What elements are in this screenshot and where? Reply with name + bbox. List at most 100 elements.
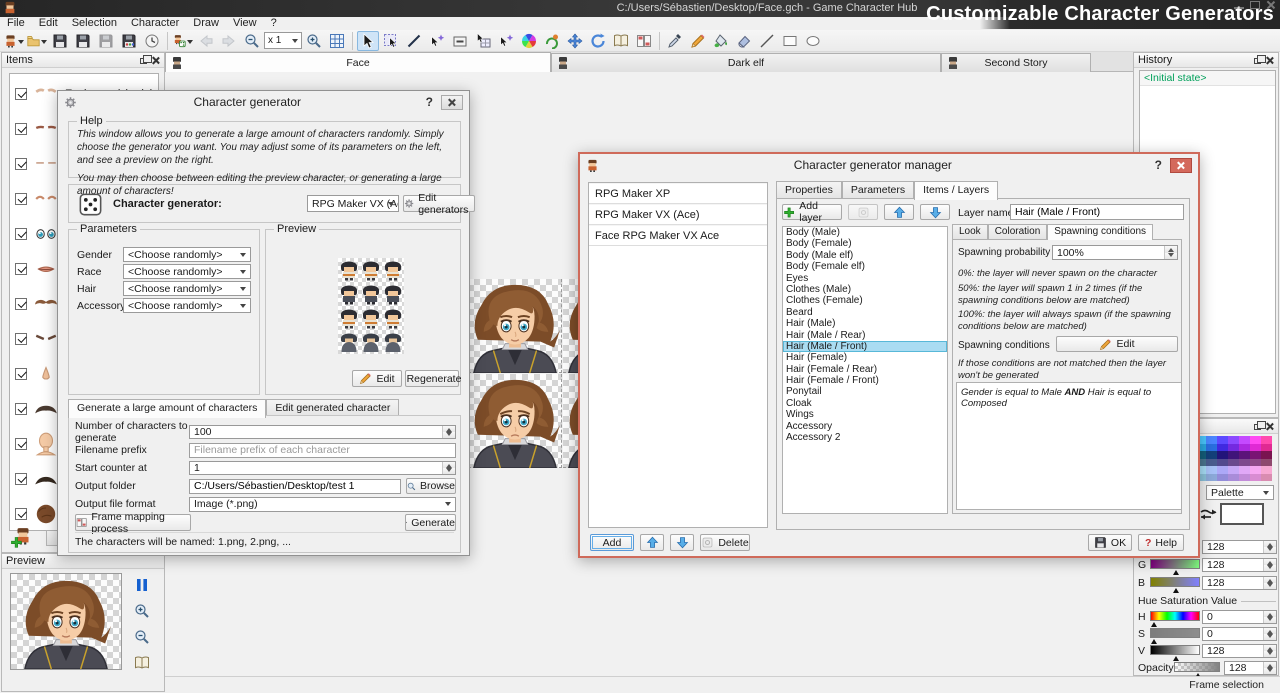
minimize-button[interactable] xyxy=(1234,1,1244,9)
spinner-buttons[interactable] xyxy=(1164,246,1177,259)
dialog-help-button[interactable]: ? xyxy=(418,95,441,109)
layer-list-item[interactable]: Body (Male) xyxy=(783,227,947,238)
item-checkbox[interactable] xyxy=(15,368,27,380)
palette-swatch[interactable] xyxy=(1239,436,1250,444)
close-panel-icon[interactable] xyxy=(1266,422,1274,430)
move-layer-down-button[interactable] xyxy=(920,204,950,220)
generator-list-item[interactable]: RPG Maker XP xyxy=(589,183,767,204)
add-layer-button[interactable]: Add layer xyxy=(782,204,842,220)
parameter-select[interactable]: <Choose randomly> xyxy=(123,281,251,296)
palette-swatch[interactable] xyxy=(1250,466,1261,474)
regenerate-button[interactable]: Regenerate xyxy=(405,370,459,387)
opacity-slider[interactable] xyxy=(1174,662,1220,672)
palette-swatch[interactable] xyxy=(1228,459,1239,467)
layer-name-input[interactable] xyxy=(1010,204,1184,220)
opacity-spinner[interactable]: 128 xyxy=(1224,661,1277,675)
palette-swatch[interactable] xyxy=(1217,474,1228,482)
preview-pause-button[interactable] xyxy=(133,576,151,594)
palette-swatch[interactable] xyxy=(1228,444,1239,452)
edit-generators-button[interactable]: Edit generators xyxy=(403,195,475,212)
tab-properties[interactable]: Properties xyxy=(776,181,842,199)
edit-character-button[interactable]: Edit xyxy=(352,370,402,387)
menu-item[interactable]: Selection xyxy=(65,17,124,30)
palette-swatch[interactable] xyxy=(1206,466,1217,474)
palette-swatch[interactable] xyxy=(1206,444,1217,452)
edit-conditions-button[interactable]: Edit xyxy=(1056,336,1178,352)
palette-swatch[interactable] xyxy=(1261,474,1272,482)
layer-list-item[interactable]: Accessory xyxy=(783,421,947,432)
palette-swatch[interactable] xyxy=(1261,459,1272,467)
palette-swatch[interactable] xyxy=(1261,444,1272,452)
parameter-select[interactable]: <Choose randomly> xyxy=(123,264,251,279)
palette-swatch[interactable] xyxy=(1239,474,1250,482)
item-checkbox[interactable] xyxy=(15,123,27,135)
folder-input[interactable] xyxy=(189,479,401,494)
format-select[interactable]: Image (*.png) xyxy=(189,497,456,512)
palette-swatch[interactable] xyxy=(1261,436,1272,444)
palette-swatch[interactable] xyxy=(1250,451,1261,459)
generator-select[interactable]: RPG Maker VX (Ace) xyxy=(307,195,399,212)
move-generator-up-button[interactable] xyxy=(640,534,664,551)
parameter-select[interactable]: <Choose randomly> xyxy=(123,298,251,313)
palette-swatch[interactable] xyxy=(1250,459,1261,467)
value-slider[interactable] xyxy=(1150,645,1200,655)
spinner-buttons[interactable] xyxy=(442,462,455,474)
export-image-button[interactable] xyxy=(118,31,140,51)
palette-swatch[interactable] xyxy=(1228,466,1239,474)
delete-generator-button[interactable]: Delete xyxy=(700,534,750,551)
color-picker-tool-button[interactable] xyxy=(664,31,686,51)
tab-spawning-conditions[interactable]: Spawning conditions xyxy=(1047,224,1153,240)
palette-swatch[interactable] xyxy=(1217,436,1228,444)
menu-item[interactable]: ? xyxy=(264,17,284,30)
item-checkbox[interactable] xyxy=(15,298,27,310)
layer-list-item[interactable]: Hair (Male / Front) xyxy=(783,341,947,352)
layer-list-item[interactable]: Body (Female elf) xyxy=(783,261,947,272)
palette-swatch[interactable] xyxy=(1261,451,1272,459)
select-color-button[interactable] xyxy=(495,31,517,51)
preview-zoom-in-button[interactable] xyxy=(133,602,151,620)
line-tool-button[interactable] xyxy=(756,31,778,51)
open-file-button[interactable] xyxy=(26,31,48,51)
preview-book-button[interactable] xyxy=(133,654,151,672)
fill-tool-button[interactable] xyxy=(710,31,732,51)
layer-list-item[interactable]: Body (Female) xyxy=(783,238,947,249)
saturation-slider[interactable] xyxy=(1150,628,1200,638)
save-button[interactable] xyxy=(49,31,71,51)
slider-marker[interactable] xyxy=(1173,653,1179,661)
green-spinner[interactable]: 128 xyxy=(1202,558,1277,572)
ellipse-tool-button[interactable] xyxy=(802,31,824,51)
palette-swatch[interactable] xyxy=(1261,466,1272,474)
save-all-button[interactable] xyxy=(72,31,94,51)
palette-swatch[interactable] xyxy=(1228,474,1239,482)
palette-swatch[interactable] xyxy=(1217,466,1228,474)
float-panel-icon[interactable] xyxy=(140,58,147,64)
menu-item[interactable]: View xyxy=(226,17,264,30)
layer-list-item[interactable]: Hair (Female / Rear) xyxy=(783,364,947,375)
add-item-button[interactable] xyxy=(8,527,38,549)
spinner-buttons[interactable] xyxy=(1263,611,1276,623)
history-clock-button[interactable] xyxy=(141,31,163,51)
zoom-out-button[interactable] xyxy=(241,31,263,51)
float-panel-icon[interactable] xyxy=(1254,58,1261,64)
palette-swatch[interactable] xyxy=(1206,436,1217,444)
item-checkbox[interactable] xyxy=(15,403,27,415)
select-tool-button[interactable] xyxy=(357,31,379,51)
palette-swatch[interactable] xyxy=(1206,451,1217,459)
dialog-help-button[interactable]: ? xyxy=(1147,158,1170,172)
layer-list-item[interactable]: Cloak xyxy=(783,398,947,409)
remove-layer-button[interactable] xyxy=(848,204,878,220)
blue-slider[interactable] xyxy=(1150,577,1200,587)
close-panel-icon[interactable] xyxy=(152,56,160,64)
value-spinner[interactable]: 128 xyxy=(1202,644,1277,658)
green-slider[interactable] xyxy=(1150,559,1200,569)
hue-spinner[interactable]: 0 xyxy=(1202,610,1277,624)
move-generator-down-button[interactable] xyxy=(670,534,694,551)
item-checkbox[interactable] xyxy=(15,193,27,205)
tab-parameters[interactable]: Parameters xyxy=(842,181,914,199)
spinner-buttons[interactable] xyxy=(1263,645,1276,657)
menu-item[interactable]: File xyxy=(0,17,32,30)
generator-list-item[interactable]: RPG Maker VX (Ace) xyxy=(589,204,767,225)
spinner-buttons[interactable] xyxy=(1263,662,1276,674)
history-entry[interactable]: <Initial state> xyxy=(1140,71,1275,86)
layer-list-item[interactable]: Eyes xyxy=(783,273,947,284)
